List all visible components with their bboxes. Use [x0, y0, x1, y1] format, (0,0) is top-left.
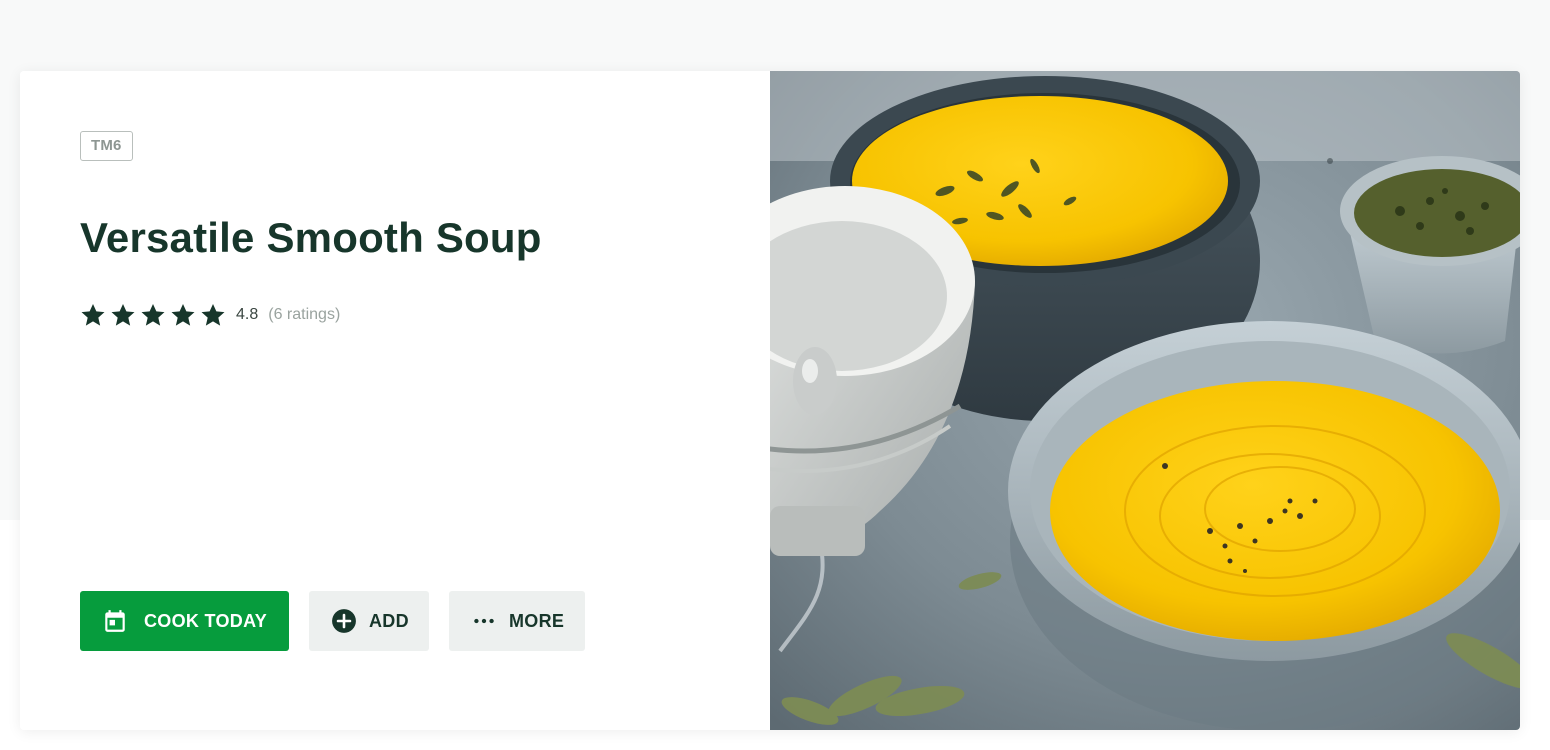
star-icon	[171, 303, 195, 326]
rating-stars	[80, 302, 230, 328]
more-label: MORE	[509, 610, 565, 631]
rating-value: 4.8	[236, 306, 259, 323]
more-dots-icon	[474, 618, 494, 624]
star-icon	[111, 303, 135, 326]
recipe-photo	[770, 71, 1520, 730]
star-icon	[201, 303, 225, 326]
calendar-icon	[105, 610, 125, 632]
add-button[interactable]: ADD	[309, 591, 429, 651]
more-button[interactable]: MORE	[449, 591, 585, 651]
recipe-info-panel: TM6 Versatile Smooth Soup 4.8 (6 ratings…	[20, 71, 770, 730]
star-icon	[81, 303, 105, 326]
recipe-title: Versatile Smooth Soup	[80, 214, 542, 261]
soup-photo-illustration	[770, 71, 1520, 730]
cook-today-label: COOK TODAY	[144, 610, 268, 631]
plus-circle-icon	[332, 609, 356, 633]
recipe-hero-card: TM6 Versatile Smooth Soup 4.8 (6 ratings…	[20, 71, 1520, 730]
add-label: ADD	[369, 610, 409, 631]
rating-count: (6 ratings)	[268, 306, 341, 323]
star-icon	[141, 303, 165, 326]
device-badge: TM6	[80, 131, 133, 161]
rating[interactable]: 4.8 (6 ratings)	[80, 302, 340, 328]
cook-today-button[interactable]: COOK TODAY	[80, 591, 289, 651]
